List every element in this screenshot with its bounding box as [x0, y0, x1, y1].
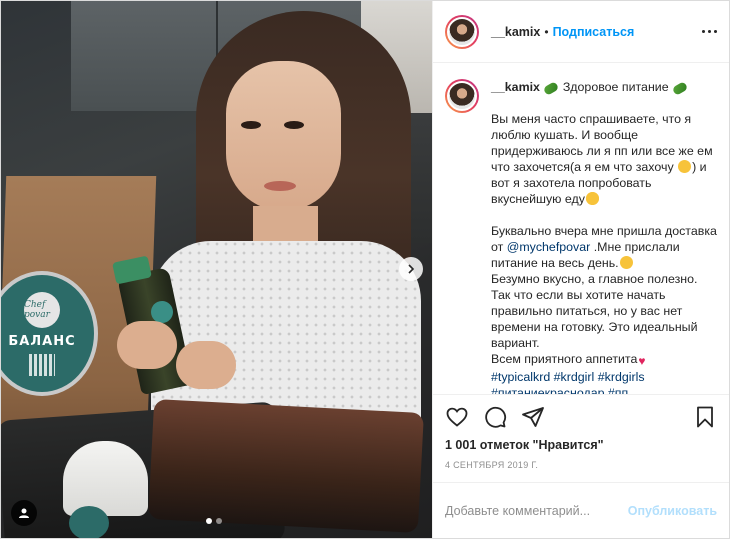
- user-tag-button[interactable]: [11, 500, 37, 526]
- mention-link[interactable]: @mychefpovar: [507, 240, 591, 254]
- username-link[interactable]: __kamix: [491, 25, 540, 39]
- chevron-right-icon: [408, 264, 415, 274]
- sticker: [69, 506, 109, 538]
- yum-emoji-icon: [619, 256, 633, 269]
- hashtag-links[interactable]: #typicalkrd #krdgirl #krdgirls: [491, 370, 645, 384]
- heart-eyes-emoji-icon: [585, 192, 599, 205]
- food-tray: [148, 399, 424, 533]
- caption-text: __kamix Здоровое питание Вы меня часто с…: [491, 79, 717, 394]
- post-photo[interactable]: Chef povar БАЛАНС: [1, 1, 432, 538]
- cucumber-emoji-icon: [671, 81, 689, 96]
- comment-input[interactable]: [445, 503, 628, 518]
- carousel-dot: [216, 518, 222, 524]
- avatar[interactable]: [445, 79, 479, 113]
- yum-emoji-icon: [678, 160, 692, 173]
- comment-icon[interactable]: [483, 405, 507, 429]
- red-heart-emoji-icon: ♥: [638, 354, 646, 368]
- post-modal: Chef povar БАЛАНС __kamix • Подписаться …: [0, 0, 730, 539]
- brand-logo: Chef povar: [24, 291, 60, 328]
- bookmark-icon[interactable]: [693, 405, 717, 429]
- comments-area[interactable]: __kamix Здоровое питание Вы меня часто с…: [433, 63, 729, 394]
- post-date[interactable]: 4 СЕНТЯБРЯ 2019 Г.: [433, 456, 729, 482]
- caption-username[interactable]: __kamix: [491, 80, 540, 94]
- qr-code: [29, 353, 55, 376]
- post-header: __kamix • Подписаться: [433, 1, 729, 63]
- carousel-dot: [206, 518, 212, 524]
- more-options-icon[interactable]: [702, 30, 717, 33]
- carousel-next-button[interactable]: [399, 257, 423, 281]
- caption-paragraph: Безумно вкусно, а главное полезно. Так ч…: [491, 272, 698, 350]
- avatar[interactable]: [445, 14, 479, 49]
- caption-paragraph: Всем приятного аппетита: [491, 352, 638, 366]
- post-side-panel: __kamix • Подписаться __kamix Здоровое п…: [432, 1, 729, 538]
- user-tag-icon: [19, 508, 29, 518]
- bag-label-text: БАЛАНС: [8, 333, 76, 349]
- carousel-indicator: [206, 518, 222, 524]
- separator-dot: •: [544, 24, 549, 39]
- yogurt-cup: [63, 441, 148, 516]
- caption-title: Здоровое питание: [562, 80, 669, 94]
- cucumber-emoji-icon: [543, 81, 560, 96]
- likes-count[interactable]: 1 001 отметок "Нравится": [433, 438, 729, 456]
- caption: __kamix Здоровое питание Вы меня часто с…: [445, 79, 717, 394]
- add-comment-bar: Опубликовать: [433, 482, 729, 538]
- share-icon[interactable]: [521, 405, 545, 429]
- heart-icon[interactable]: [445, 405, 469, 429]
- hashtag-links[interactable]: #питаниекраснодар #пп: [491, 386, 628, 394]
- follow-button[interactable]: Подписаться: [553, 25, 635, 39]
- publish-button[interactable]: Опубликовать: [628, 504, 717, 518]
- action-bar: [433, 394, 729, 438]
